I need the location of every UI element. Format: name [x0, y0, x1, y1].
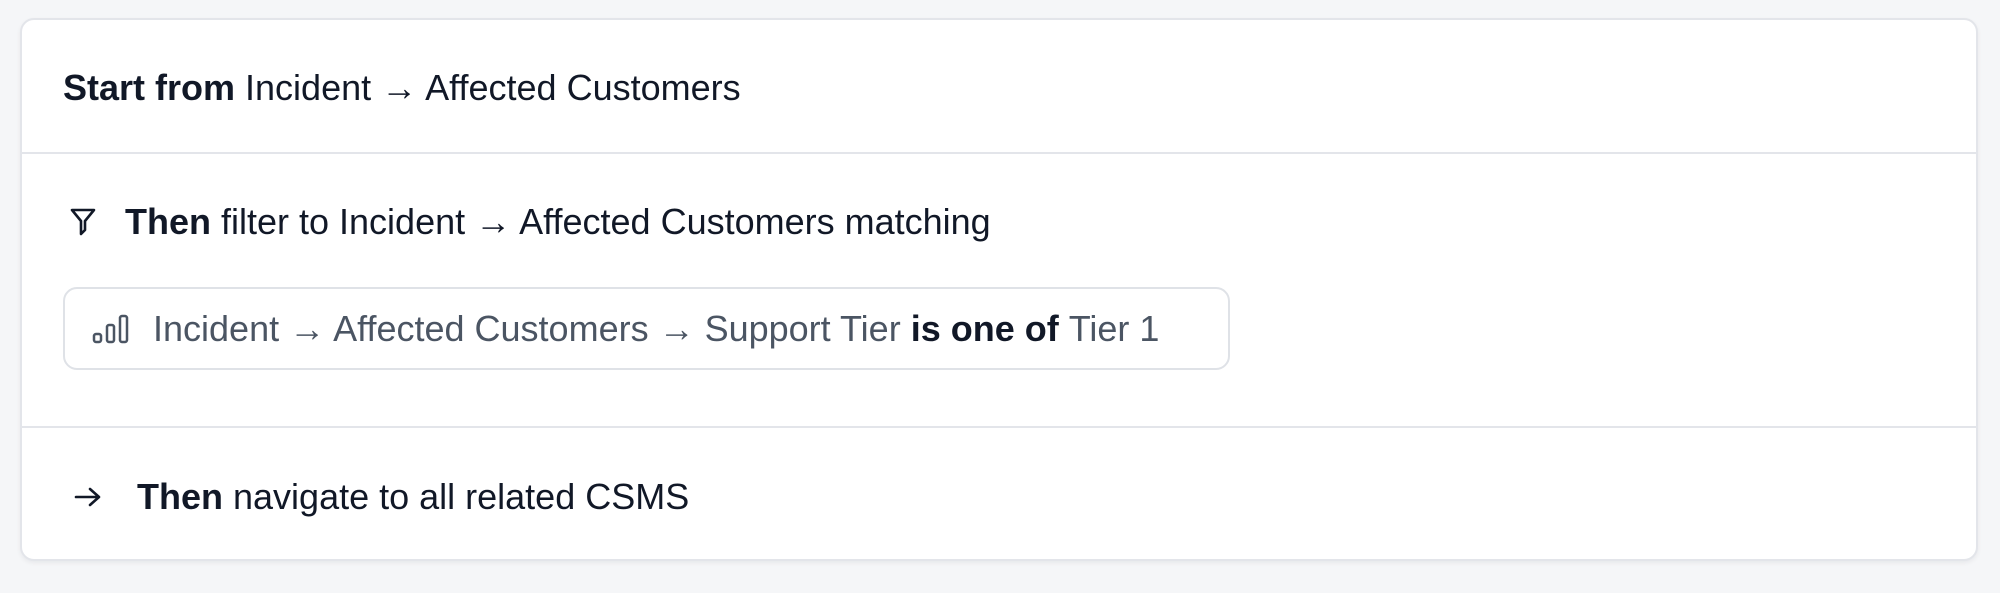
filter-step: Then filter to Incident → Affected Custom… — [22, 154, 1976, 428]
condition-operator: is one of — [910, 307, 1059, 349]
filter-text: filter to Incident → Affected Customers … — [221, 201, 991, 242]
navigate-step: Then navigate to all related CSMS — [22, 428, 1976, 559]
filter-condition-chip[interactable]: Incident → Affected Customers → Support … — [63, 287, 1230, 370]
navigate-step-line: Then navigate to all related CSMS — [63, 475, 689, 519]
arrow-right-icon — [63, 485, 113, 509]
start-path[interactable]: Incident → Affected Customers — [245, 66, 741, 110]
bar-chart-icon — [91, 314, 131, 344]
query-steps-card: Start from Incident → Affected Customers … — [20, 18, 1978, 561]
start-keyword: Start from — [63, 67, 236, 108]
navigate-keyword: Then — [137, 476, 223, 517]
filter-step-line: Then filter to Incident → Affected Custom… — [63, 200, 991, 244]
start-step-line: Start from Incident → Affected Customers — [63, 66, 741, 110]
condition-field: Incident → Affected Customers → Support … — [153, 307, 901, 349]
start-step: Start from Incident → Affected Customers — [22, 20, 1976, 154]
condition-value: Tier 1 — [1068, 307, 1160, 349]
filter-keyword: Then — [125, 201, 211, 242]
navigate-text: navigate to all related CSMS — [233, 476, 690, 517]
filter-icon — [63, 208, 103, 236]
